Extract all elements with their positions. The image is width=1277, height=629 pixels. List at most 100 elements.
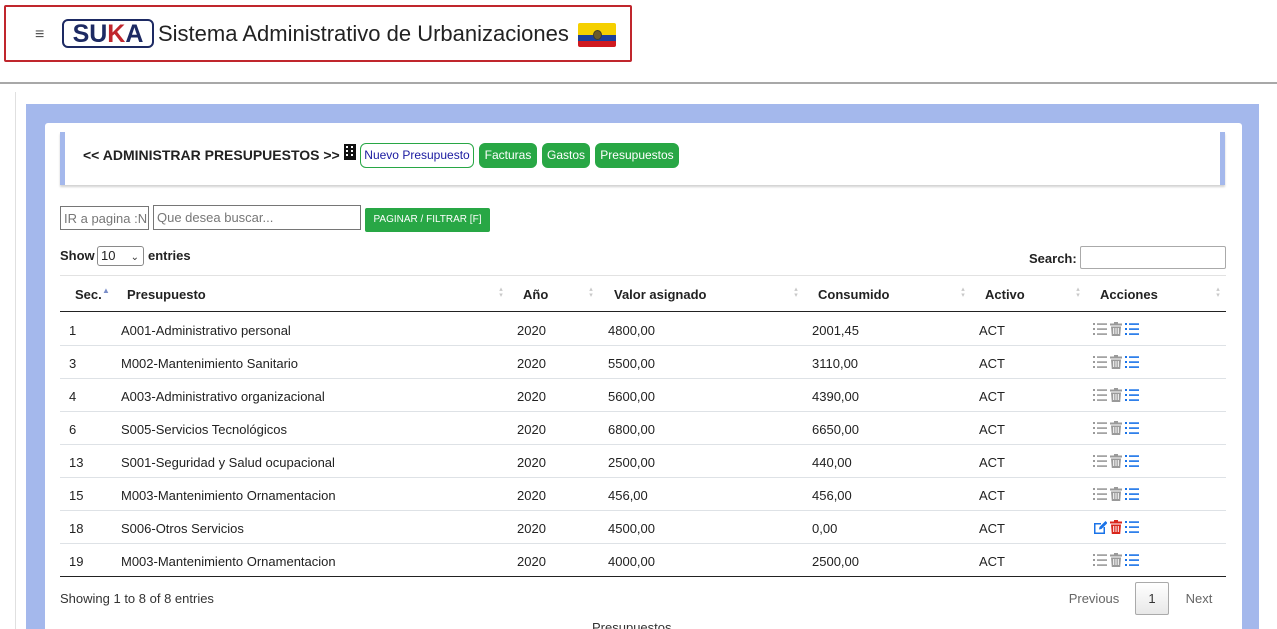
page-header-card: << ADMINISTRAR PRESUPUESTOS >> Nuevo Pre… <box>60 132 1225 185</box>
list-icon[interactable] <box>1093 355 1107 369</box>
cell-activo: ACT <box>979 422 1005 437</box>
cell-presupuesto: M003-Mantenimiento Ornamentacion <box>121 488 336 503</box>
row-actions <box>1093 388 1143 404</box>
list-icon[interactable] <box>1125 388 1139 402</box>
page-1-button[interactable]: 1 <box>1135 582 1169 615</box>
table-row[interactable]: 1 A001-Administrativo personal 2020 4800,00… <box>60 313 1226 346</box>
cell-sec: 18 <box>69 521 84 536</box>
cell-valor: 2500,00 <box>608 455 655 470</box>
paginate-filter-button[interactable]: PAGINAR / FILTRAR [F] <box>365 208 490 232</box>
trash-icon[interactable] <box>1109 355 1123 369</box>
sort-icon: ▴ ▾ <box>589 286 593 299</box>
list-icon[interactable] <box>1093 388 1107 402</box>
list-icon[interactable] <box>1125 454 1139 468</box>
list-icon[interactable] <box>1125 520 1139 534</box>
cell-presupuesto: S005-Servicios Tecnológicos <box>121 422 287 437</box>
cell-anio: 2020 <box>517 323 546 338</box>
sort-icon: ▴ ▾ <box>794 286 798 299</box>
table-row[interactable]: 13 S001-Seguridad y Salud ocupacional 2020… <box>60 445 1226 478</box>
table-info: Showing 1 to 8 of 8 entries <box>60 591 214 606</box>
list-icon[interactable] <box>1093 454 1107 468</box>
cell-valor: 5500,00 <box>608 356 655 371</box>
cell-activo: ACT <box>979 356 1005 371</box>
cell-anio: 2020 <box>517 521 546 536</box>
trash-icon[interactable] <box>1109 454 1123 468</box>
table-row[interactable]: 19 M003-Mantenimiento Ornamentacion 2020 40… <box>60 544 1226 577</box>
list-icon[interactable] <box>1125 553 1139 567</box>
gastos-button[interactable]: Gastos <box>542 143 590 168</box>
trash-icon[interactable] <box>1109 487 1123 501</box>
cell-presupuesto: M003-Mantenimiento Ornamentacion <box>121 554 336 569</box>
list-icon[interactable] <box>1093 487 1107 501</box>
table-row[interactable]: 4 A003-Administrativo organizacional 2020 5… <box>60 379 1226 412</box>
cell-consumido: 3110,00 <box>812 356 859 371</box>
table-row[interactable]: 6 S005-Servicios Tecnológicos 2020 6800,00 6… <box>60 412 1226 445</box>
presupuestos-button[interactable]: Presupuestos <box>595 143 679 168</box>
sort-asc-icon: ▲ <box>102 286 110 295</box>
cell-activo: ACT <box>979 488 1005 503</box>
cell-consumido: 0,00 <box>812 521 838 536</box>
trash-icon[interactable] <box>1109 388 1123 402</box>
cell-valor: 4800,00 <box>608 323 655 338</box>
cell-sec: 13 <box>69 455 84 470</box>
trash-icon[interactable] <box>1109 553 1123 567</box>
facturas-button[interactable]: Facturas <box>479 143 537 168</box>
cell-consumido: 4390,00 <box>812 389 859 404</box>
next-page-button[interactable]: Next <box>1176 591 1222 606</box>
page-title: << ADMINISTRAR PRESUPUESTOS >> <box>83 147 340 163</box>
ecuador-flag-icon <box>578 23 616 47</box>
trash-icon[interactable] <box>1109 520 1123 534</box>
list-icon[interactable] <box>1125 322 1139 336</box>
goto-page-input[interactable] <box>60 206 149 230</box>
trash-icon[interactable] <box>1109 421 1123 435</box>
row-actions <box>1093 322 1143 338</box>
trash-icon[interactable] <box>1109 322 1123 336</box>
entries-label: entries <box>148 248 191 263</box>
cell-activo: ACT <box>979 521 1005 536</box>
list-icon[interactable] <box>1125 421 1139 435</box>
page-size-value: 10 <box>101 248 116 263</box>
table-header-border <box>60 311 1226 312</box>
list-icon[interactable] <box>1093 421 1107 435</box>
column-header-consumido[interactable]: Consumido <box>818 287 890 303</box>
edit-icon[interactable] <box>1093 520 1107 534</box>
sort-icon: ▴ ▾ <box>499 286 503 299</box>
cell-sec: 15 <box>69 488 84 503</box>
cell-valor: 5600,00 <box>608 389 655 404</box>
cell-activo: ACT <box>979 389 1005 404</box>
app-title: Sistema Administrativo de Urbanizaciones <box>158 21 569 46</box>
cell-anio: 2020 <box>517 488 546 503</box>
table-row[interactable]: 15 M003-Mantenimiento Ornamentacion 2020 45… <box>60 478 1226 511</box>
cell-consumido: 2500,00 <box>812 554 859 569</box>
previous-page-button[interactable]: Previous <box>1060 591 1128 606</box>
row-actions <box>1093 553 1143 569</box>
cell-presupuesto: A001-Administrativo personal <box>121 323 291 338</box>
list-icon[interactable] <box>1125 487 1139 501</box>
row-actions <box>1093 454 1143 470</box>
hamburger-icon[interactable]: ≡ <box>35 27 44 43</box>
list-icon[interactable] <box>1093 553 1107 567</box>
cell-anio: 2020 <box>517 455 546 470</box>
app-header: ≡ SUKA Sistema Administrativo de Urbaniz… <box>4 5 632 62</box>
table-row[interactable]: 18 S006-Otros Servicios 2020 4500,00 0,00 ACT <box>60 511 1226 544</box>
cell-anio: 2020 <box>517 554 546 569</box>
page-size-select[interactable]: 10 ⌄ <box>97 246 144 266</box>
sort-icon: ▴ ▾ <box>1076 286 1080 299</box>
column-header-sec[interactable]: Sec. <box>75 287 102 303</box>
column-header-presupuesto[interactable]: Presupuesto <box>127 287 206 303</box>
new-budget-button[interactable]: Nuevo Presupuesto <box>360 143 474 168</box>
table-row[interactable]: 3 M002-Mantenimiento Sanitario 2020 5500,00… <box>60 346 1226 379</box>
row-actions <box>1093 520 1143 536</box>
table-search-input[interactable] <box>1080 246 1226 269</box>
cell-activo: ACT <box>979 455 1005 470</box>
column-header-activo[interactable]: Activo <box>985 287 1025 303</box>
column-header-valor[interactable]: Valor asignado <box>614 287 706 303</box>
building-icon <box>344 144 356 160</box>
filter-search-input[interactable] <box>153 205 361 230</box>
list-icon[interactable] <box>1093 322 1107 336</box>
search-label: Search: <box>1029 251 1077 266</box>
column-header-acciones[interactable]: Acciones <box>1100 287 1158 303</box>
list-icon[interactable] <box>1125 355 1139 369</box>
column-header-anio[interactable]: Año <box>523 287 548 303</box>
cell-consumido: 2001,45 <box>812 323 859 338</box>
